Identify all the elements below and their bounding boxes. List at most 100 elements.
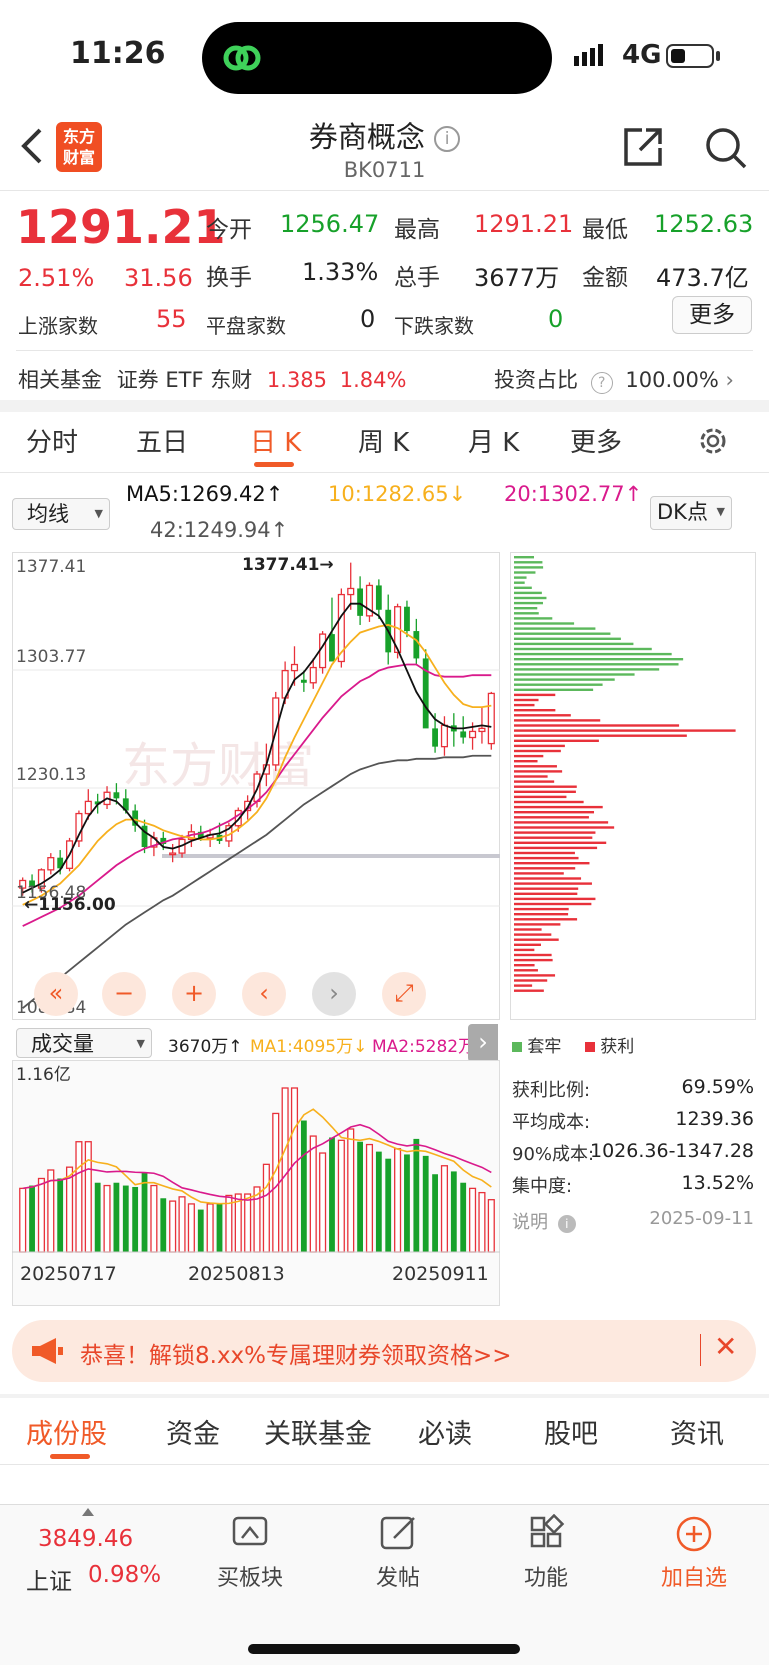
- related-fund-label: 相关基金: [18, 368, 102, 392]
- related-fund-row[interactable]: 相关基金 证券 ETF 东财 1.385 1.84%: [18, 364, 406, 394]
- zoom-out-button[interactable]: −: [102, 972, 146, 1016]
- profit-legend-swatch: [584, 1042, 595, 1052]
- zoom-in-button[interactable]: +: [172, 972, 216, 1016]
- close-icon[interactable]: ✕: [714, 1330, 737, 1363]
- battery-icon: [666, 44, 714, 68]
- tab-news[interactable]: 资讯: [670, 1412, 724, 1451]
- dk-point-dropdown[interactable]: DK点: [650, 496, 732, 530]
- chip-bar: [514, 622, 575, 625]
- chip-bar: [514, 795, 567, 799]
- high-label: 最高: [394, 217, 440, 243]
- chip-bar: [514, 571, 536, 574]
- chip-bar: [514, 923, 561, 926]
- chip-bar: [514, 693, 556, 697]
- index-pct: 0.98%: [88, 1562, 162, 1588]
- volume-value: 3670万↑: [168, 1037, 243, 1057]
- candle-body: [113, 792, 120, 799]
- chip-bar: [514, 607, 538, 610]
- chip-bar: [514, 892, 578, 895]
- chevron-right-icon: ›: [725, 368, 734, 392]
- search-icon[interactable]: [702, 124, 750, 172]
- up-count: 55: [156, 305, 187, 333]
- volume-bar: [253, 1186, 261, 1253]
- buy-sector-button[interactable]: 买板块: [200, 1514, 300, 1592]
- volume-bar: [47, 1169, 55, 1253]
- banner-divider: [700, 1334, 701, 1366]
- candle-body: [347, 587, 355, 596]
- tab-five-day[interactable]: 五日: [136, 422, 188, 459]
- scroll-left-button[interactable]: ‹: [242, 972, 286, 1016]
- functions-label: 功能: [523, 1566, 568, 1591]
- chip-bar: [514, 902, 592, 906]
- candle-body: [290, 663, 299, 672]
- volume-bar: [141, 1172, 148, 1252]
- gear-icon[interactable]: [696, 424, 730, 458]
- volume-bar: [57, 1178, 64, 1252]
- candle-body: [375, 585, 382, 610]
- index-name: 上证: [26, 1569, 72, 1595]
- chip-bar: [514, 836, 593, 839]
- date-start: 20250717: [20, 1263, 117, 1285]
- tab-funds-flow[interactable]: 资金: [166, 1412, 220, 1451]
- ma5-value: MA5:1269.42↑: [126, 482, 284, 506]
- tab-more[interactable]: 更多: [570, 422, 622, 459]
- change-amount: 31.56: [124, 264, 193, 292]
- candle-body: [329, 634, 335, 662]
- scroll-right-button[interactable]: ›: [312, 972, 356, 1016]
- promo-banner[interactable]: 恭喜！解锁8.xx%专属理财券领取资格>> ✕: [12, 1320, 756, 1382]
- tab-daily-k[interactable]: 日 K: [250, 422, 301, 459]
- chip-bar: [514, 979, 548, 982]
- candle-body: [47, 857, 55, 871]
- chip-bar: [514, 938, 559, 941]
- buy-sector-label: 买板块: [216, 1566, 283, 1591]
- down-count-label: 下跌家数: [394, 314, 474, 338]
- more-button[interactable]: 更多: [672, 296, 752, 334]
- expand-up-icon[interactable]: [82, 1508, 94, 1516]
- fast-backward-button[interactable]: «: [34, 972, 78, 1016]
- volume-bar: [365, 1143, 374, 1253]
- candle-body: [469, 730, 477, 739]
- chip-bar: [514, 647, 652, 651]
- candle-body: [487, 692, 495, 745]
- kline-chart[interactable]: 东方财富 1377.41 1303.77 1230.13 1156.48 108…: [12, 552, 500, 1020]
- chip-bar: [514, 591, 542, 595]
- tab-forum[interactable]: 股吧: [544, 1412, 598, 1451]
- volume-indicator-dropdown[interactable]: 成交量: [16, 1028, 152, 1059]
- chip-distribution-chart: [510, 552, 756, 1020]
- info-icon[interactable]: i: [434, 126, 461, 152]
- expand-panel-button[interactable]: ›: [468, 1024, 498, 1062]
- plus-circle-icon: [676, 1516, 712, 1552]
- indicator-dropdown[interactable]: 均线: [12, 498, 110, 530]
- volume-bar: [29, 1185, 35, 1252]
- grid-icon: [530, 1513, 565, 1548]
- tab-must-read[interactable]: 必读: [418, 1412, 472, 1451]
- volume-bar: [216, 1203, 223, 1252]
- tab-monthly-k[interactable]: 月 K: [468, 422, 519, 459]
- chip-bar: [514, 709, 556, 712]
- fullscreen-button[interactable]: ⤢: [382, 972, 426, 1016]
- share-icon[interactable]: [620, 124, 666, 170]
- index-value[interactable]: 3849.46: [38, 1526, 133, 1552]
- chip-bar: [514, 744, 565, 748]
- chip-bar: [514, 754, 544, 758]
- date-mid: 20250813: [188, 1263, 285, 1285]
- y-label-2: 1303.77: [16, 647, 86, 667]
- chip-note[interactable]: 说明 i: [512, 1208, 576, 1234]
- volume-bar: [178, 1196, 186, 1253]
- chip-bar: [514, 846, 598, 850]
- question-icon[interactable]: ?: [590, 372, 613, 394]
- investment-ratio[interactable]: 投资占比 ? 100.00% ›: [494, 364, 734, 394]
- add-watchlist-button[interactable]: 加自选: [644, 1514, 744, 1592]
- chip-bar: [514, 821, 609, 824]
- tab-constituents[interactable]: 成份股: [26, 1412, 107, 1451]
- post-button[interactable]: 发帖: [348, 1514, 448, 1592]
- tab-related-funds[interactable]: 关联基金: [264, 1412, 372, 1451]
- chip-bar: [514, 581, 525, 584]
- candle-body: [309, 666, 317, 684]
- functions-button[interactable]: 功能: [496, 1513, 596, 1592]
- tab-intraday[interactable]: 分时: [26, 422, 78, 459]
- chip-bar: [514, 566, 544, 569]
- tab-weekly-k[interactable]: 周 K: [358, 422, 409, 459]
- chip-bar: [514, 907, 569, 911]
- volume-bar: [244, 1193, 252, 1253]
